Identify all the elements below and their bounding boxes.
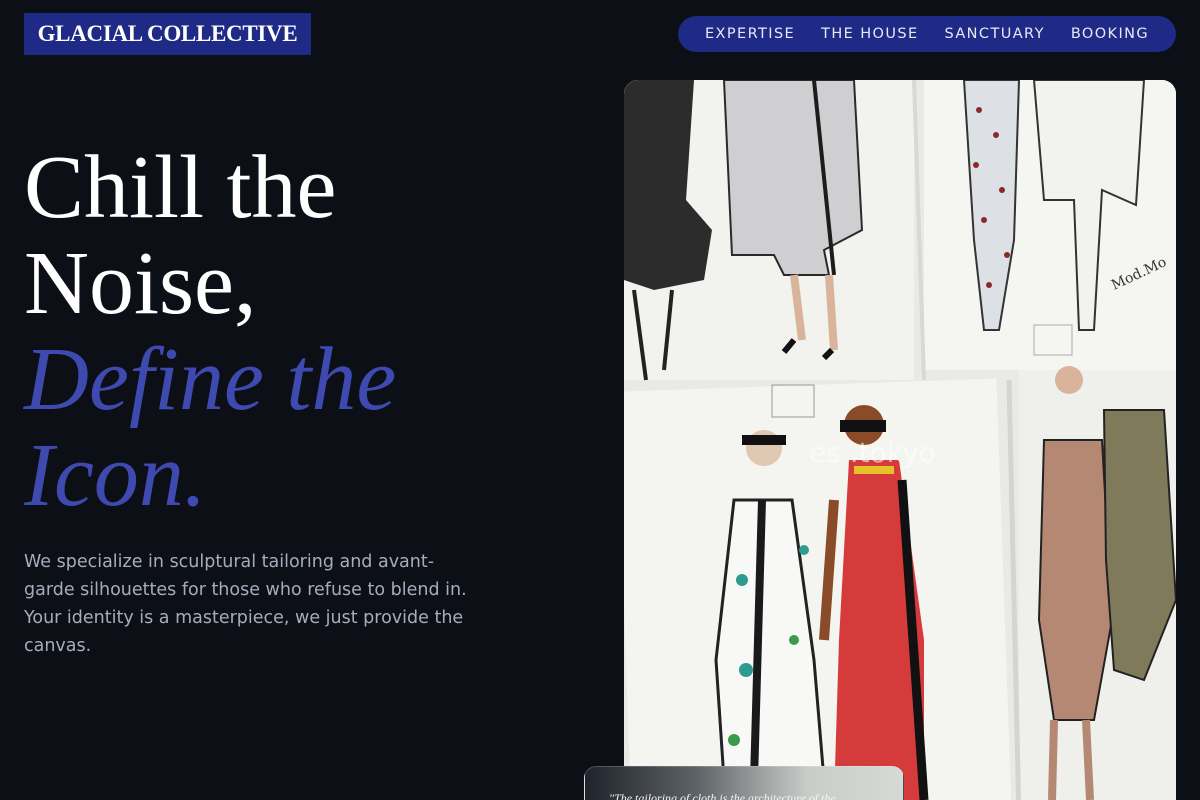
sketch-illustration: Mod.Mo es .tokyo [624, 80, 1176, 800]
fashion-sketches-image: Mod.Mo es .tokyo [624, 80, 1176, 800]
hero-headline: Chill the Noise, Define the Icon. [24, 140, 584, 524]
headline-accent-line: Icon. [24, 426, 207, 525]
brand-logo[interactable]: GLACIAL COLLECTIVE [24, 13, 311, 55]
quote-text: "The tailoring of cloth is the architect… [609, 791, 836, 800]
headline-line: Noise, [24, 234, 257, 333]
quote-card: "The tailoring of cloth is the architect… [584, 766, 904, 800]
nav-the-house[interactable]: THE HOUSE [821, 26, 918, 42]
hero-description: We specialize in sculptural tailoring an… [24, 552, 467, 656]
page: GLACIAL COLLECTIVE EXPERTISE THE HOUSE S… [0, 0, 1200, 800]
main-nav: EXPERTISE THE HOUSE SANCTUARY BOOKING [678, 16, 1176, 52]
svg-text:es .tokyo: es .tokyo [809, 436, 936, 469]
headline-accent-line: Define the [24, 330, 397, 429]
headline-line: Chill the [24, 138, 337, 237]
nav-sanctuary[interactable]: SANCTUARY [944, 26, 1044, 42]
nav-booking[interactable]: BOOKING [1071, 26, 1149, 42]
nav-expertise[interactable]: EXPERTISE [705, 26, 795, 42]
